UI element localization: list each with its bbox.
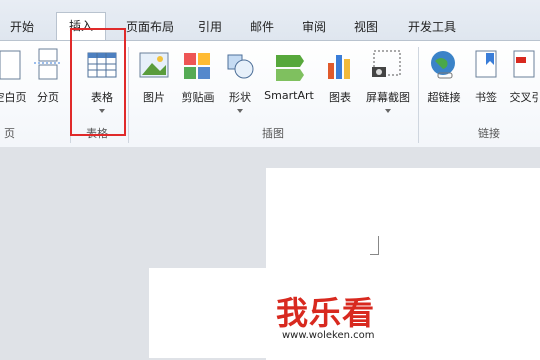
smartart-label: SmartArt bbox=[264, 89, 314, 102]
screenshot-button[interactable]: 屏幕截图 bbox=[360, 45, 416, 125]
shapes-label: 形状 bbox=[229, 91, 251, 104]
chart-button[interactable]: 图表 bbox=[322, 45, 358, 125]
group-label-links: 链接 bbox=[478, 127, 500, 140]
clip-art-button[interactable]: 剪贴画 bbox=[176, 45, 220, 125]
page-break-button[interactable]: 分页 bbox=[30, 45, 66, 125]
bookmark-label: 书签 bbox=[475, 91, 497, 104]
page-break-icon bbox=[34, 48, 62, 80]
screenshot-icon bbox=[372, 50, 401, 77]
tab-home[interactable]: 开始 bbox=[2, 14, 42, 40]
chevron-down-icon bbox=[385, 109, 391, 113]
group-label-pages: 页 bbox=[4, 127, 15, 140]
bookmark-button[interactable]: 书签 bbox=[468, 45, 504, 125]
clip-art-icon bbox=[184, 53, 210, 79]
group-label-illustrations: 插图 bbox=[262, 127, 284, 140]
watermark-url: www.woleken.com bbox=[282, 330, 375, 341]
highlight-box bbox=[70, 28, 126, 136]
cross-reference-button[interactable]: 交叉引 bbox=[506, 45, 540, 125]
smartart-icon bbox=[276, 55, 304, 81]
screenshot-label: 屏幕截图 bbox=[366, 91, 410, 104]
smartart-button[interactable]: SmartArt bbox=[260, 45, 318, 125]
bookmark-icon bbox=[475, 50, 497, 78]
tab-review[interactable]: 审阅 bbox=[294, 14, 334, 40]
tab-view[interactable]: 视图 bbox=[346, 14, 386, 40]
margin-corner-mark bbox=[370, 236, 379, 255]
blank-page-label: 空白页 bbox=[0, 91, 27, 104]
tab-references[interactable]: 引用 bbox=[190, 14, 230, 40]
blank-page-button[interactable]: 空白页 bbox=[0, 45, 30, 125]
shapes-icon bbox=[227, 54, 254, 79]
group-separator bbox=[418, 47, 419, 143]
cross-reference-icon bbox=[513, 50, 535, 78]
picture-button[interactable]: 图片 bbox=[134, 45, 174, 125]
group-separator bbox=[128, 47, 129, 143]
cross-reference-label: 交叉引 bbox=[509, 91, 540, 104]
picture-icon bbox=[139, 52, 169, 78]
chevron-down-icon bbox=[237, 109, 243, 113]
tab-developer[interactable]: 开发工具 bbox=[400, 14, 464, 40]
watermark-logo: 我乐看 bbox=[276, 294, 376, 332]
page-break-label: 分页 bbox=[37, 91, 59, 104]
tab-mailings[interactable]: 邮件 bbox=[242, 14, 282, 40]
blank-page-icon bbox=[0, 50, 21, 80]
shapes-button[interactable]: 形状 bbox=[222, 45, 258, 125]
hyperlink-button[interactable]: 超链接 bbox=[422, 45, 466, 125]
chart-label: 图表 bbox=[329, 91, 351, 104]
chart-icon bbox=[328, 55, 350, 79]
hyperlink-label: 超链接 bbox=[427, 91, 461, 104]
picture-label: 图片 bbox=[143, 91, 165, 104]
tab-page-layout[interactable]: 页面布局 bbox=[118, 14, 182, 40]
globe-link-icon bbox=[431, 51, 455, 79]
clip-art-label: 剪贴画 bbox=[181, 91, 215, 104]
